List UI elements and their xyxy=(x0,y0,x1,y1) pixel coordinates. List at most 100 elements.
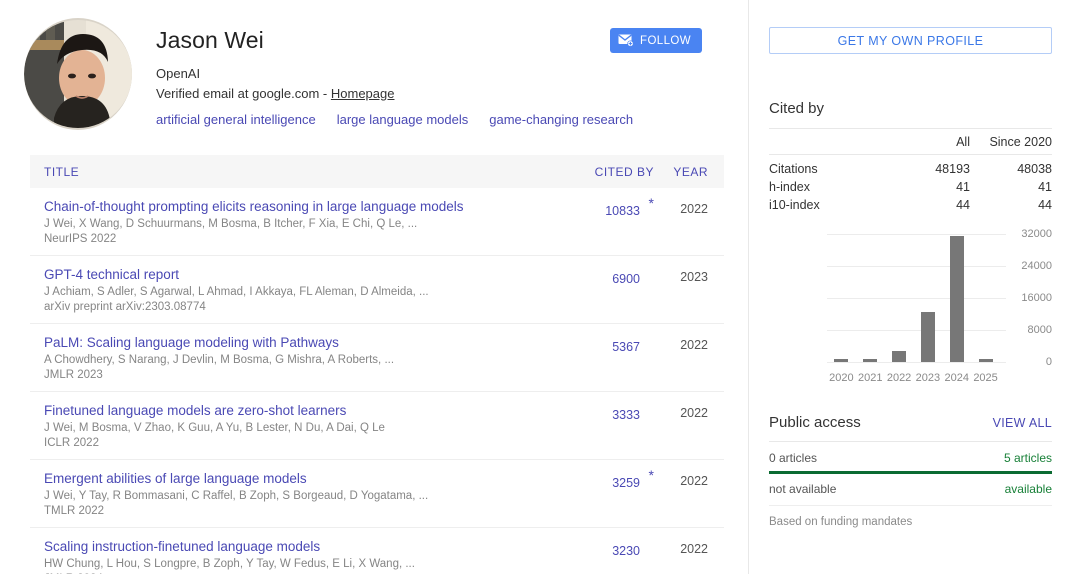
column-header-cited-by[interactable]: CITED BY xyxy=(562,165,654,179)
publications-table: TITLE CITED BY YEAR Chain-of-thought pro… xyxy=(30,155,724,574)
cited-by-count-link[interactable]: 6900 xyxy=(612,272,640,286)
stats-col-all: All xyxy=(888,129,970,155)
chart-bar-slot[interactable] xyxy=(913,234,942,362)
verified-email: Verified email at google.com - Homepage xyxy=(156,84,738,103)
stats-header-row: All Since 2020 xyxy=(769,129,1052,155)
chart-plot-area xyxy=(827,234,1000,362)
interest-link-1[interactable]: artificial general intelligence xyxy=(156,112,316,127)
avatar[interactable] xyxy=(24,18,132,130)
publication-title-link[interactable]: Emergent abilities of large language mod… xyxy=(44,470,552,487)
public-access-counts: 0 articles 5 articles xyxy=(769,442,1052,465)
cited-by-count-link[interactable]: 10833 xyxy=(605,204,640,218)
publication-venue: arXiv preprint arXiv:2303.08774 xyxy=(44,300,552,315)
chart-y-tick-label: 0 xyxy=(1004,356,1052,368)
chart-y-tick-label: 24000 xyxy=(1004,260,1052,272)
get-my-own-profile-button[interactable]: GET MY OWN PROFILE xyxy=(769,27,1052,54)
table-row[interactable]: Emergent abilities of large language mod… xyxy=(30,460,724,528)
chart-y-tick-label: 8000 xyxy=(1004,324,1052,336)
public-access-title: Public access xyxy=(769,414,861,431)
stats-row-all: 44 xyxy=(888,196,970,214)
publication-title-link[interactable]: PaLM: Scaling language modeling with Pat… xyxy=(44,334,552,351)
public-access-left-count: 0 articles xyxy=(769,451,817,465)
table-header-row: TITLE CITED BY YEAR xyxy=(30,155,724,188)
chart-gridline xyxy=(827,362,1006,363)
public-access-header: Public access VIEW ALL xyxy=(769,414,1052,442)
chart-x-axis-labels: 202020212022202320242025 xyxy=(827,372,1000,384)
publication-title-link[interactable]: GPT-4 technical report xyxy=(44,266,552,283)
chart-bar-slot[interactable] xyxy=(827,234,856,362)
chart-x-tick-label: 2025 xyxy=(971,372,1000,384)
cited-by-cell: 10833* xyxy=(562,198,654,220)
chart-x-tick-label: 2023 xyxy=(913,372,942,384)
publication-authors: A Chowdhery, S Narang, J Devlin, M Bosma… xyxy=(44,353,552,368)
chart-bar[interactable] xyxy=(921,312,935,362)
public-access-star-icon: * xyxy=(649,468,654,482)
affiliation: OpenAI xyxy=(156,64,738,83)
chart-bar[interactable] xyxy=(834,359,848,362)
public-access-progress-fill xyxy=(769,471,1052,474)
publication-cell: Chain-of-thought prompting elicits reaso… xyxy=(44,198,562,247)
year-cell: 2022 xyxy=(654,538,712,556)
cited-by-count-link[interactable]: 3333 xyxy=(612,408,640,422)
stats-row-label: i10-index xyxy=(769,196,888,214)
publication-authors: J Wei, Y Tay, R Bommasani, C Raffel, B Z… xyxy=(44,489,552,504)
stats-row-all: 48193 xyxy=(888,155,970,179)
table-row[interactable]: Chain-of-thought prompting elicits reaso… xyxy=(30,188,724,256)
publication-authors: J Wei, X Wang, D Schuurmans, M Bosma, B … xyxy=(44,217,552,232)
table-body: Chain-of-thought prompting elicits reaso… xyxy=(30,188,724,574)
cited-by-count-link[interactable]: 3259 xyxy=(612,476,640,490)
table-row[interactable]: PaLM: Scaling language modeling with Pat… xyxy=(30,324,724,392)
cited-by-cell: 3333 xyxy=(562,402,654,424)
chart-bar[interactable] xyxy=(979,359,993,362)
stats-body: Citations4819348038h-index4141i10-index4… xyxy=(769,155,1052,215)
chart-bar[interactable] xyxy=(863,359,877,362)
chart-bar-slot[interactable] xyxy=(885,234,914,362)
chart-bars xyxy=(827,234,1000,362)
publication-title-link[interactable]: Finetuned language models are zero-shot … xyxy=(44,402,552,419)
public-access-right-count[interactable]: 5 articles xyxy=(1004,451,1052,465)
cited-by-count-link[interactable]: 5367 xyxy=(612,340,640,354)
publication-title-link[interactable]: Chain-of-thought prompting elicits reaso… xyxy=(44,198,552,215)
table-row[interactable]: GPT-4 technical report J Achiam, S Adler,… xyxy=(30,256,724,324)
interests-list: artificial general intelligence large lan… xyxy=(156,112,738,127)
chart-x-tick-label: 2024 xyxy=(942,372,971,384)
publication-cell: GPT-4 technical report J Achiam, S Adler,… xyxy=(44,266,562,315)
public-access-right-status: available xyxy=(1005,482,1052,496)
citations-per-year-chart: 0 8000 16000 24000 32000 2020202120222023202… xyxy=(769,228,1052,386)
stats-col-blank xyxy=(769,129,888,155)
column-header-title[interactable]: TITLE xyxy=(44,165,562,179)
year-cell: 2023 xyxy=(654,266,712,284)
publication-authors: J Achiam, S Adler, S Agarwal, L Ahmad, I… xyxy=(44,285,552,300)
verified-email-text: Verified email at google.com - xyxy=(156,86,331,101)
table-row[interactable]: Scaling instruction-finetuned language m… xyxy=(30,528,724,574)
stats-row-since: 44 xyxy=(970,196,1052,214)
interest-link-2[interactable]: large language models xyxy=(337,112,469,127)
stats-row: h-index4141 xyxy=(769,178,1052,196)
view-all-link[interactable]: VIEW ALL xyxy=(993,416,1052,430)
cited-by-cell: 3230 xyxy=(562,538,654,560)
stats-row-all: 41 xyxy=(888,178,970,196)
follow-button[interactable]: FOLLOW xyxy=(610,28,702,53)
chart-y-tick-label: 16000 xyxy=(1004,292,1052,304)
publication-title-link[interactable]: Scaling instruction-finetuned language m… xyxy=(44,538,552,555)
chart-bar-slot[interactable] xyxy=(971,234,1000,362)
chart-bar-slot[interactable] xyxy=(856,234,885,362)
cited-by-count-link[interactable]: 3230 xyxy=(612,544,640,558)
public-access-progress-bar xyxy=(769,471,1052,474)
profile-header: Jason Wei OpenAI Verified email at googl… xyxy=(0,0,748,130)
chart-bar[interactable] xyxy=(950,236,964,362)
chart-y-tick-label: 32000 xyxy=(1004,228,1052,240)
homepage-link[interactable]: Homepage xyxy=(331,86,395,101)
publication-authors: J Wei, M Bosma, V Zhao, K Guu, A Yu, B L… xyxy=(44,421,552,436)
publication-cell: PaLM: Scaling language modeling with Pat… xyxy=(44,334,562,383)
year-cell: 2022 xyxy=(654,402,712,420)
chart-x-tick-label: 2021 xyxy=(856,372,885,384)
sidebar: GET MY OWN PROFILE Cited by All Since 20… xyxy=(748,0,1080,574)
interest-link-3[interactable]: game-changing research xyxy=(489,112,633,127)
citation-stats-table: All Since 2020 Citations4819348038h-inde… xyxy=(769,128,1052,214)
chart-bar[interactable] xyxy=(892,351,906,362)
column-header-year[interactable]: YEAR xyxy=(654,165,712,179)
chart-bar-slot[interactable] xyxy=(942,234,971,362)
table-row[interactable]: Finetuned language models are zero-shot … xyxy=(30,392,724,460)
publication-authors: HW Chung, L Hou, S Longpre, B Zoph, Y Ta… xyxy=(44,557,552,572)
